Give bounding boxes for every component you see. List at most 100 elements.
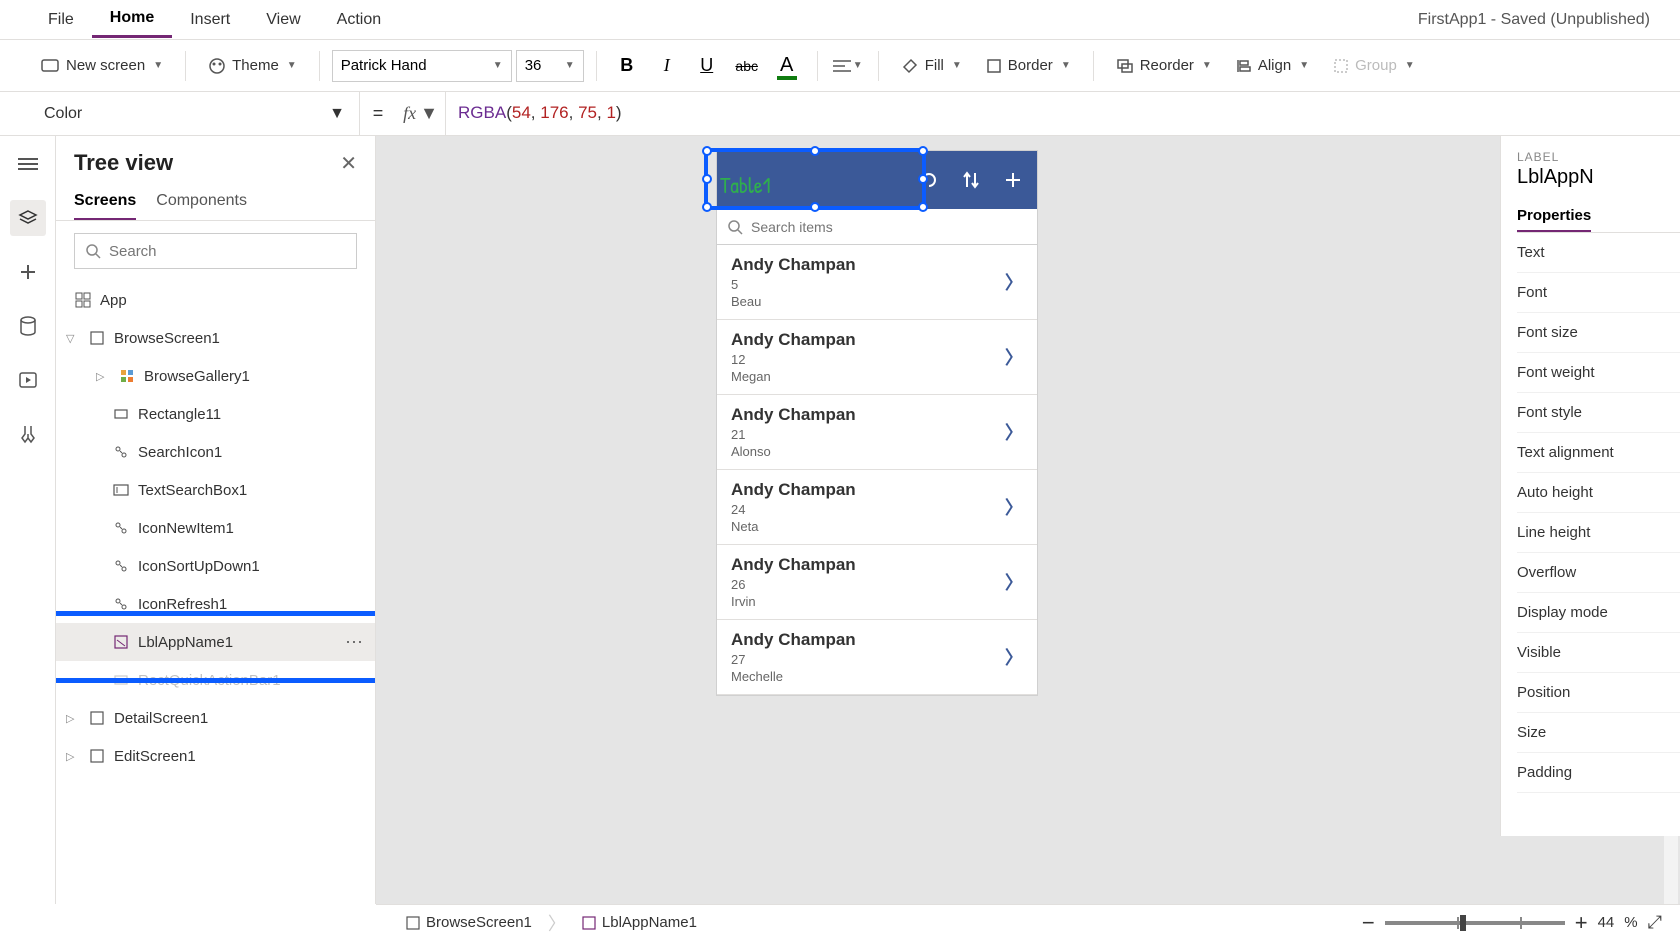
sort-button[interactable]	[955, 164, 987, 196]
app-search-input[interactable]	[751, 219, 1027, 235]
font-family-select[interactable]: Patrick Hand ▼	[332, 50, 512, 82]
menu-view[interactable]: View	[248, 3, 318, 37]
italic-button[interactable]: I	[649, 48, 685, 84]
chevron-right-icon[interactable]: 〉	[1005, 569, 1023, 595]
chevron-down-icon[interactable]: ▽	[66, 332, 80, 345]
chevron-right-icon[interactable]: 〉	[1005, 344, 1023, 370]
menu-file[interactable]: File	[30, 3, 92, 37]
menu-home[interactable]: Home	[92, 1, 172, 38]
close-panel-button[interactable]: ✕	[340, 151, 357, 176]
fit-screen-button[interactable]: ⤢	[1648, 912, 1662, 933]
tree-view-button[interactable]	[10, 200, 46, 236]
zoom-slider[interactable]	[1385, 921, 1565, 925]
list-item[interactable]: Andy Champan26Irvin〉	[717, 545, 1037, 620]
property-row[interactable]: Text alignment	[1517, 433, 1680, 473]
resize-handle[interactable]	[918, 146, 928, 156]
chevron-right-icon[interactable]: ▷	[96, 370, 110, 383]
canvas-selection-box[interactable]: Table1	[704, 148, 926, 210]
font-color-button[interactable]: A	[769, 48, 805, 84]
align-left-icon	[833, 59, 851, 73]
chevron-right-icon[interactable]: 〉	[1005, 419, 1023, 445]
fx-button[interactable]: fx ▼	[396, 92, 446, 136]
list-item[interactable]: Andy Champan27Mechelle〉	[717, 620, 1037, 695]
resize-handle[interactable]	[702, 202, 712, 212]
control-name[interactable]: LblAppN	[1517, 166, 1680, 189]
tab-components[interactable]: Components	[156, 184, 247, 220]
property-row[interactable]: Position	[1517, 673, 1680, 713]
property-row[interactable]: Visible	[1517, 633, 1680, 673]
tree-node-app[interactable]: App	[56, 281, 375, 319]
property-row[interactable]: Font	[1517, 273, 1680, 313]
chevron-right-icon[interactable]: 〉	[1005, 269, 1023, 295]
tree-node-iconnew[interactable]: IconNewItem1	[56, 509, 375, 547]
chevron-right-icon[interactable]: 〉	[1005, 644, 1023, 670]
property-row[interactable]: Auto height	[1517, 473, 1680, 513]
list-item[interactable]: Andy Champan12Megan〉	[717, 320, 1037, 395]
font-size-select[interactable]: 36 ▼	[516, 50, 584, 82]
chevron-right-icon[interactable]: ▷	[66, 750, 80, 763]
reorder-button[interactable]: Reorder ▼	[1106, 51, 1222, 80]
chevron-right-icon[interactable]: 〉	[1005, 494, 1023, 520]
property-row[interactable]: Overflow	[1517, 553, 1680, 593]
tree-node-editscreen[interactable]: ▷ EditScreen1	[56, 737, 375, 775]
advanced-button[interactable]	[10, 416, 46, 452]
align-button[interactable]: Align ▼	[1226, 51, 1319, 80]
breadcrumb-control[interactable]: LblAppName1	[570, 905, 709, 940]
tree-node-lblappname[interactable]: LblAppName1 ⋯	[56, 623, 375, 661]
breadcrumb-screen[interactable]: BrowseScreen1	[394, 905, 544, 940]
more-options-button[interactable]: ⋯	[345, 632, 365, 653]
media-button[interactable]	[10, 362, 46, 398]
resize-handle[interactable]	[810, 146, 820, 156]
tree-node-searchicon[interactable]: SearchIcon1	[56, 433, 375, 471]
property-row[interactable]: Font weight	[1517, 353, 1680, 393]
bold-button[interactable]: B	[609, 48, 645, 84]
resize-handle[interactable]	[702, 174, 712, 184]
property-row[interactable]: Font size	[1517, 313, 1680, 353]
tree-node-browsescreen[interactable]: ▽ BrowseScreen1	[56, 319, 375, 357]
new-screen-button[interactable]: New screen ▼	[30, 51, 173, 80]
data-button[interactable]	[10, 308, 46, 344]
add-button[interactable]	[997, 164, 1029, 196]
zoom-in-button[interactable]: +	[1575, 910, 1588, 936]
resize-handle[interactable]	[918, 202, 928, 212]
property-row[interactable]: Line height	[1517, 513, 1680, 553]
property-row[interactable]: Padding	[1517, 753, 1680, 793]
resize-handle[interactable]	[918, 174, 928, 184]
underline-button[interactable]: U	[689, 48, 725, 84]
resize-handle[interactable]	[810, 202, 820, 212]
tab-properties[interactable]: Properties	[1517, 201, 1591, 232]
property-row[interactable]: Text	[1517, 233, 1680, 273]
screen-icon	[88, 747, 106, 765]
border-button[interactable]: Border ▼	[976, 51, 1081, 80]
strikethrough-button[interactable]: abc	[729, 48, 765, 84]
list-item[interactable]: Andy Champan5Beau〉	[717, 245, 1037, 320]
tree-node-browsegallery[interactable]: ▷ BrowseGallery1	[56, 357, 375, 395]
theme-button[interactable]: Theme ▼	[198, 51, 307, 81]
tree-search-box[interactable]	[74, 233, 357, 269]
tree-search-input[interactable]	[109, 243, 346, 260]
tree-node-textsearch[interactable]: TextSearchBox1	[56, 471, 375, 509]
tab-screens[interactable]: Screens	[74, 184, 136, 220]
hamburger-button[interactable]	[10, 146, 46, 182]
canvas[interactable]: Andy Champan5Beau〉Andy Champan12Megan〉An…	[376, 136, 1680, 904]
list-item[interactable]: Andy Champan21Alonso〉	[717, 395, 1037, 470]
property-row[interactable]: Size	[1517, 713, 1680, 753]
menu-insert[interactable]: Insert	[172, 3, 248, 37]
tree-node-rectquick[interactable]: RectQuickActionBar1	[56, 661, 375, 699]
fill-button[interactable]: Fill ▼	[891, 51, 972, 81]
property-selector[interactable]: Color ▼	[30, 92, 360, 136]
menu-action[interactable]: Action	[319, 3, 399, 37]
formula-input[interactable]: RGBA(54, 176, 75, 1)	[446, 103, 1680, 124]
text-align-button[interactable]: ▼	[830, 48, 866, 84]
zoom-out-button[interactable]: −	[1362, 910, 1375, 936]
resize-handle[interactable]	[702, 146, 712, 156]
insert-button[interactable]	[10, 254, 46, 290]
property-row[interactable]: Display mode	[1517, 593, 1680, 633]
tree-node-rectangle[interactable]: Rectangle11	[56, 395, 375, 433]
tree-node-detailscreen[interactable]: ▷ DetailScreen1	[56, 699, 375, 737]
property-row[interactable]: Font style	[1517, 393, 1680, 433]
list-item[interactable]: Andy Champan24Neta〉	[717, 470, 1037, 545]
tree-node-iconsort[interactable]: IconSortUpDown1	[56, 547, 375, 585]
chevron-right-icon[interactable]: ▷	[66, 712, 80, 725]
tree-node-iconrefresh[interactable]: IconRefresh1	[56, 585, 375, 623]
